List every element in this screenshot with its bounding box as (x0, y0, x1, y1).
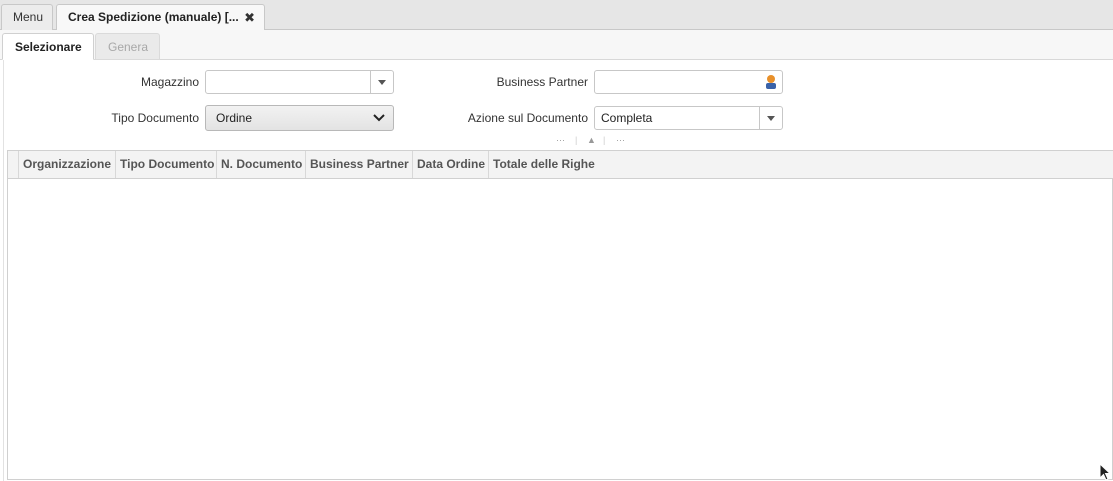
row-selector-header[interactable] (8, 151, 19, 178)
column-header[interactable]: Totale delle Righe (489, 151, 619, 178)
tab-crea-spedizione-label: Crea Spedizione (manuale) [... (68, 10, 239, 24)
azione-documento-field[interactable]: Completa (594, 106, 783, 130)
chevron-down-icon (373, 114, 385, 122)
column-header[interactable]: Tipo Documento (116, 151, 217, 178)
column-header[interactable]: Data Ordine (413, 151, 489, 178)
business-partner-icon[interactable] (764, 74, 778, 90)
inner-tab-bar: Selezionare Genera (0, 30, 1113, 60)
magazzino-field[interactable] (205, 70, 394, 94)
dots-icon: ··· (616, 135, 625, 145)
business-partner-label: Business Partner (496, 75, 588, 89)
mouse-pointer-icon (1099, 463, 1112, 481)
window-tab-bar: Menu Crea Spedizione (manuale) [... ✖ (0, 0, 1113, 31)
splitter-handle[interactable]: ··· | ▲ | ··· (555, 135, 630, 145)
results-grid[interactable]: Organizzazione Tipo Documento N. Documen… (7, 150, 1113, 480)
tab-menu[interactable]: Menu (1, 4, 53, 30)
tab-selezionare[interactable]: Selezionare (2, 33, 94, 60)
azione-documento-value: Completa (601, 111, 653, 125)
chevron-down-icon (378, 80, 386, 85)
column-header[interactable]: N. Documento (217, 151, 306, 178)
magazzino-label: Magazzino (140, 75, 199, 89)
tipo-documento-value: Ordine (216, 111, 253, 125)
tab-menu-label: Menu (13, 10, 44, 24)
dots-icon: ··· (556, 135, 565, 145)
collapse-up-icon[interactable]: ▲ (587, 135, 596, 145)
tab-genera[interactable]: Genera (95, 33, 160, 60)
magazzino-dropdown-button[interactable] (370, 71, 393, 93)
business-partner-field[interactable] (594, 70, 783, 94)
azione-dropdown-button[interactable] (759, 107, 782, 129)
tipo-documento-label: Tipo Documento (111, 111, 199, 125)
tab-crea-spedizione[interactable]: Crea Spedizione (manuale) [... ✖ (56, 4, 265, 31)
grid-header: Organizzazione Tipo Documento N. Documen… (8, 151, 1113, 179)
close-icon[interactable]: ✖ (244, 5, 255, 30)
divider: | (603, 135, 606, 145)
divider: | (575, 135, 578, 145)
left-rail (3, 60, 4, 481)
column-header[interactable]: Business Partner (306, 151, 413, 178)
column-header[interactable]: Organizzazione (19, 151, 116, 178)
chevron-down-icon (767, 116, 775, 121)
azione-documento-label: Azione sul Documento (467, 111, 588, 125)
tipo-documento-select[interactable]: Ordine (205, 105, 394, 131)
